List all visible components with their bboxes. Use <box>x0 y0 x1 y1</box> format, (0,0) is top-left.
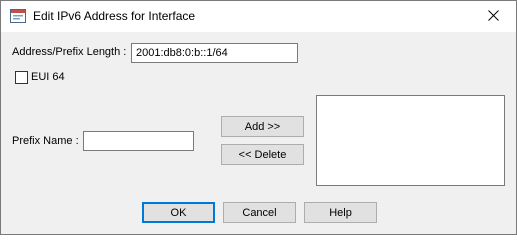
prefix-name-input[interactable] <box>83 131 194 151</box>
eui64-label: EUI 64 <box>31 71 65 83</box>
close-button[interactable] <box>470 1 516 32</box>
cancel-button[interactable]: Cancel <box>223 202 296 223</box>
delete-button[interactable]: << Delete <box>221 144 304 165</box>
dialog-window: Edit IPv6 Address for Interface Address/… <box>0 0 517 235</box>
address-prefix-label: Address/Prefix Length : <box>12 46 127 58</box>
prefix-list-box[interactable] <box>316 95 505 186</box>
help-button[interactable]: Help <box>304 202 377 223</box>
add-button[interactable]: Add >> <box>221 116 304 137</box>
eui64-checkbox[interactable] <box>15 71 28 84</box>
prefix-name-label: Prefix Name : <box>12 135 79 147</box>
window-title: Edit IPv6 Address for Interface <box>33 9 196 23</box>
title-bar: Edit IPv6 Address for Interface <box>1 1 516 32</box>
ok-button[interactable]: OK <box>142 202 215 223</box>
close-icon <box>487 8 499 26</box>
window-app-icon <box>10 9 26 23</box>
address-prefix-input[interactable]: 2001:db8:0:b::1/64 <box>131 43 298 63</box>
dialog-body: Address/Prefix Length : 2001:db8:0:b::1/… <box>1 32 516 234</box>
